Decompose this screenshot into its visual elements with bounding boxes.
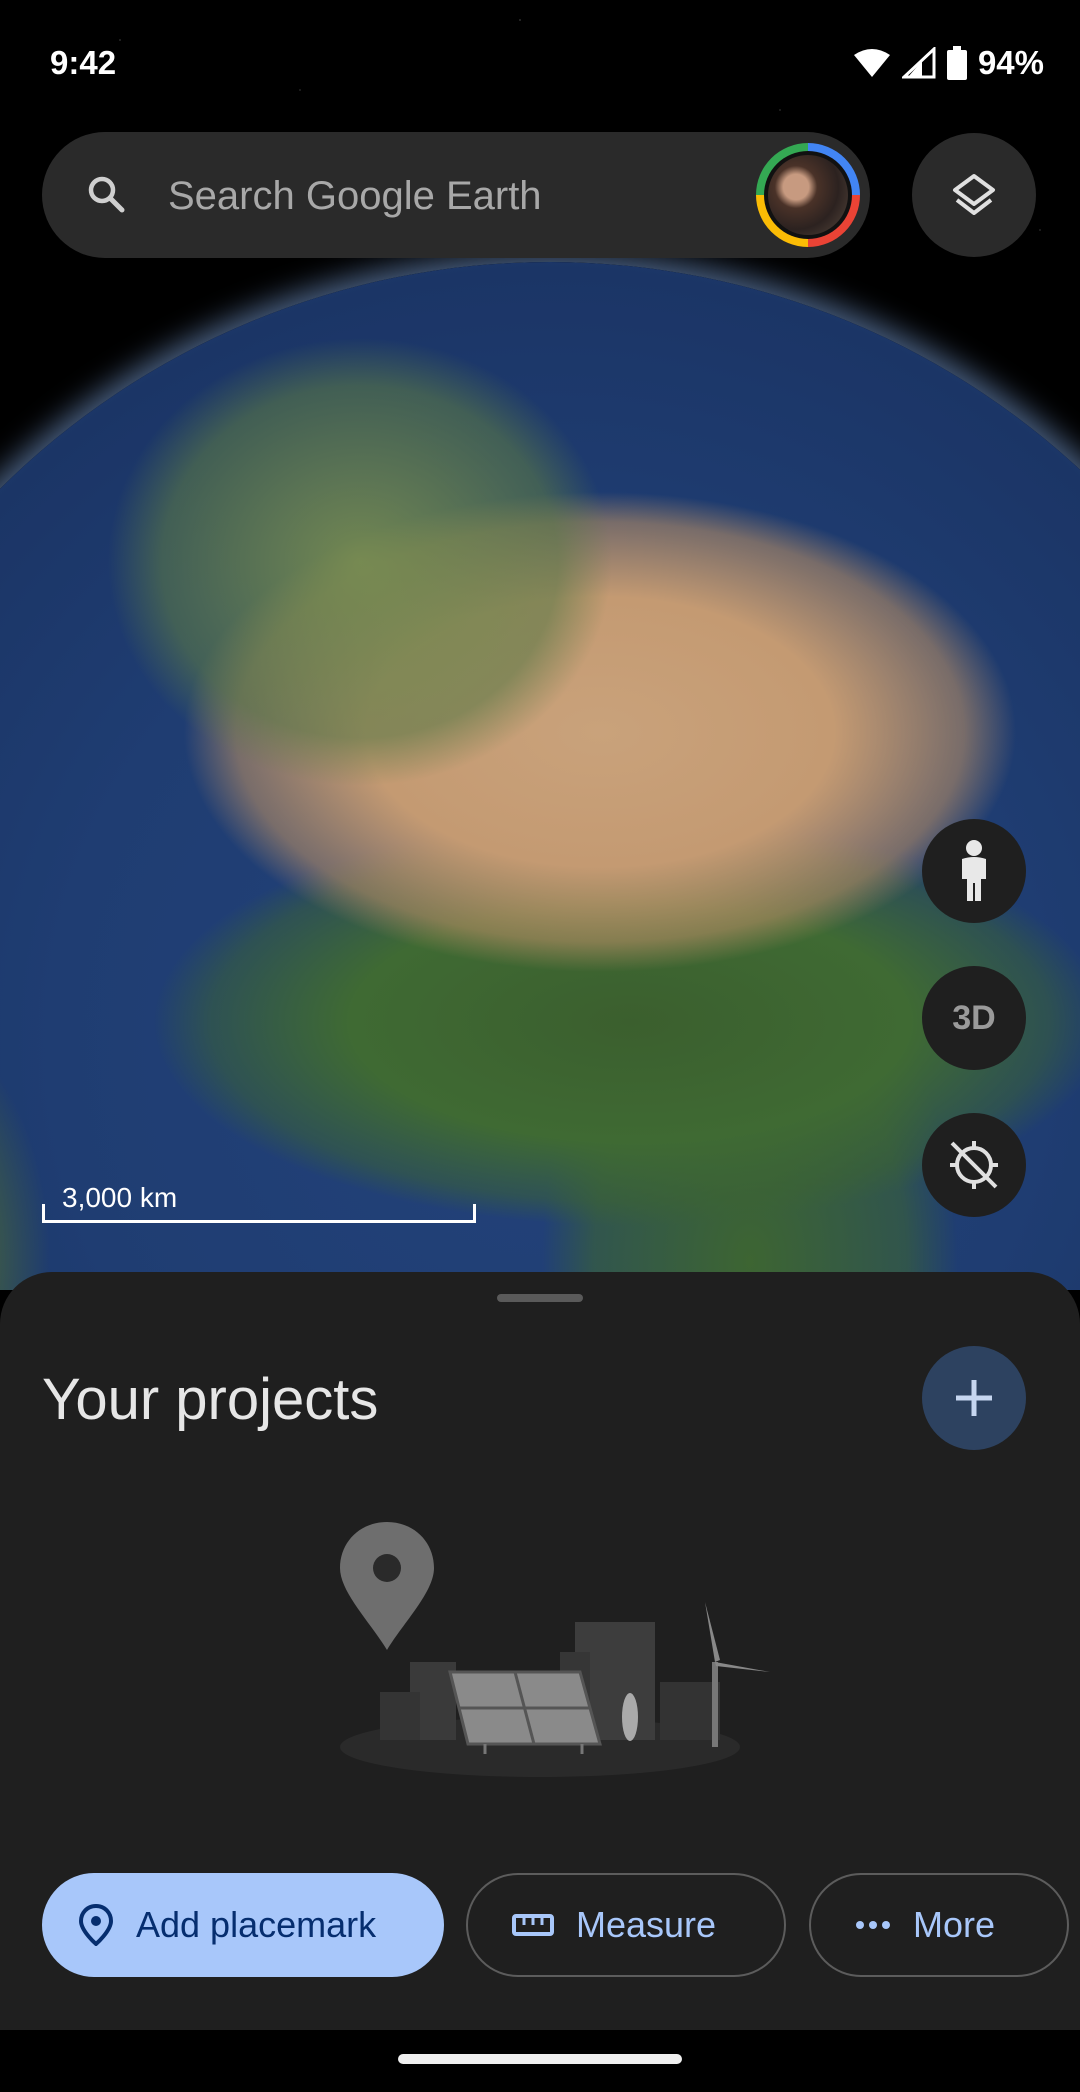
battery-percent: 94% bbox=[977, 44, 1044, 81]
search-placeholder: Search Google Earth bbox=[168, 174, 542, 218]
search-icon bbox=[88, 176, 125, 213]
avatar bbox=[768, 155, 848, 235]
measure-button[interactable]: Measure bbox=[466, 1873, 786, 1977]
more-horizontal-icon bbox=[856, 1921, 890, 1929]
map-scale-bar: 3,000 km bbox=[42, 1182, 476, 1224]
street-view-button[interactable] bbox=[922, 819, 1026, 923]
status-icons: 94% bbox=[852, 44, 1044, 82]
status-time: 9:42 bbox=[50, 44, 117, 81]
ruler-icon bbox=[512, 1914, 554, 1936]
add-placemark-label: Add placemark bbox=[136, 1904, 377, 1945]
add-placemark-button[interactable]: Add placemark bbox=[42, 1873, 444, 1977]
sheet-drag-handle[interactable] bbox=[497, 1294, 583, 1302]
compass-reset-icon bbox=[950, 1141, 998, 1189]
system-navigation-bar bbox=[0, 2030, 1080, 2092]
more-label: More bbox=[913, 1904, 996, 1945]
atmosphere-glow bbox=[0, 262, 1080, 1290]
signal-icon bbox=[901, 47, 936, 79]
account-avatar-button[interactable] bbox=[756, 143, 860, 247]
projects-title: Your projects bbox=[42, 1367, 379, 1432]
wifi-icon bbox=[853, 49, 890, 77]
scale-bar-line bbox=[42, 1204, 476, 1223]
more-button[interactable]: More bbox=[809, 1873, 1069, 1977]
empty-projects-illustration bbox=[340, 1522, 770, 1777]
toggle-3d-label: 3D bbox=[952, 998, 996, 1037]
toggle-3d-button[interactable]: 3D bbox=[922, 966, 1026, 1070]
plus-icon bbox=[956, 1380, 992, 1416]
new-project-button[interactable] bbox=[922, 1346, 1026, 1450]
battery-icon bbox=[946, 46, 967, 80]
reset-orientation-button[interactable] bbox=[922, 1113, 1026, 1217]
search-bar[interactable]: Search Google Earth bbox=[42, 132, 870, 258]
status-bar: 9:42 94% bbox=[0, 0, 1080, 130]
pegman-icon bbox=[962, 840, 986, 901]
layers-icon bbox=[953, 174, 995, 215]
home-gesture-handle[interactable] bbox=[398, 2054, 682, 2064]
location-pin-icon bbox=[78, 1904, 114, 1946]
layers-button[interactable] bbox=[912, 133, 1036, 257]
measure-label: Measure bbox=[576, 1904, 717, 1945]
